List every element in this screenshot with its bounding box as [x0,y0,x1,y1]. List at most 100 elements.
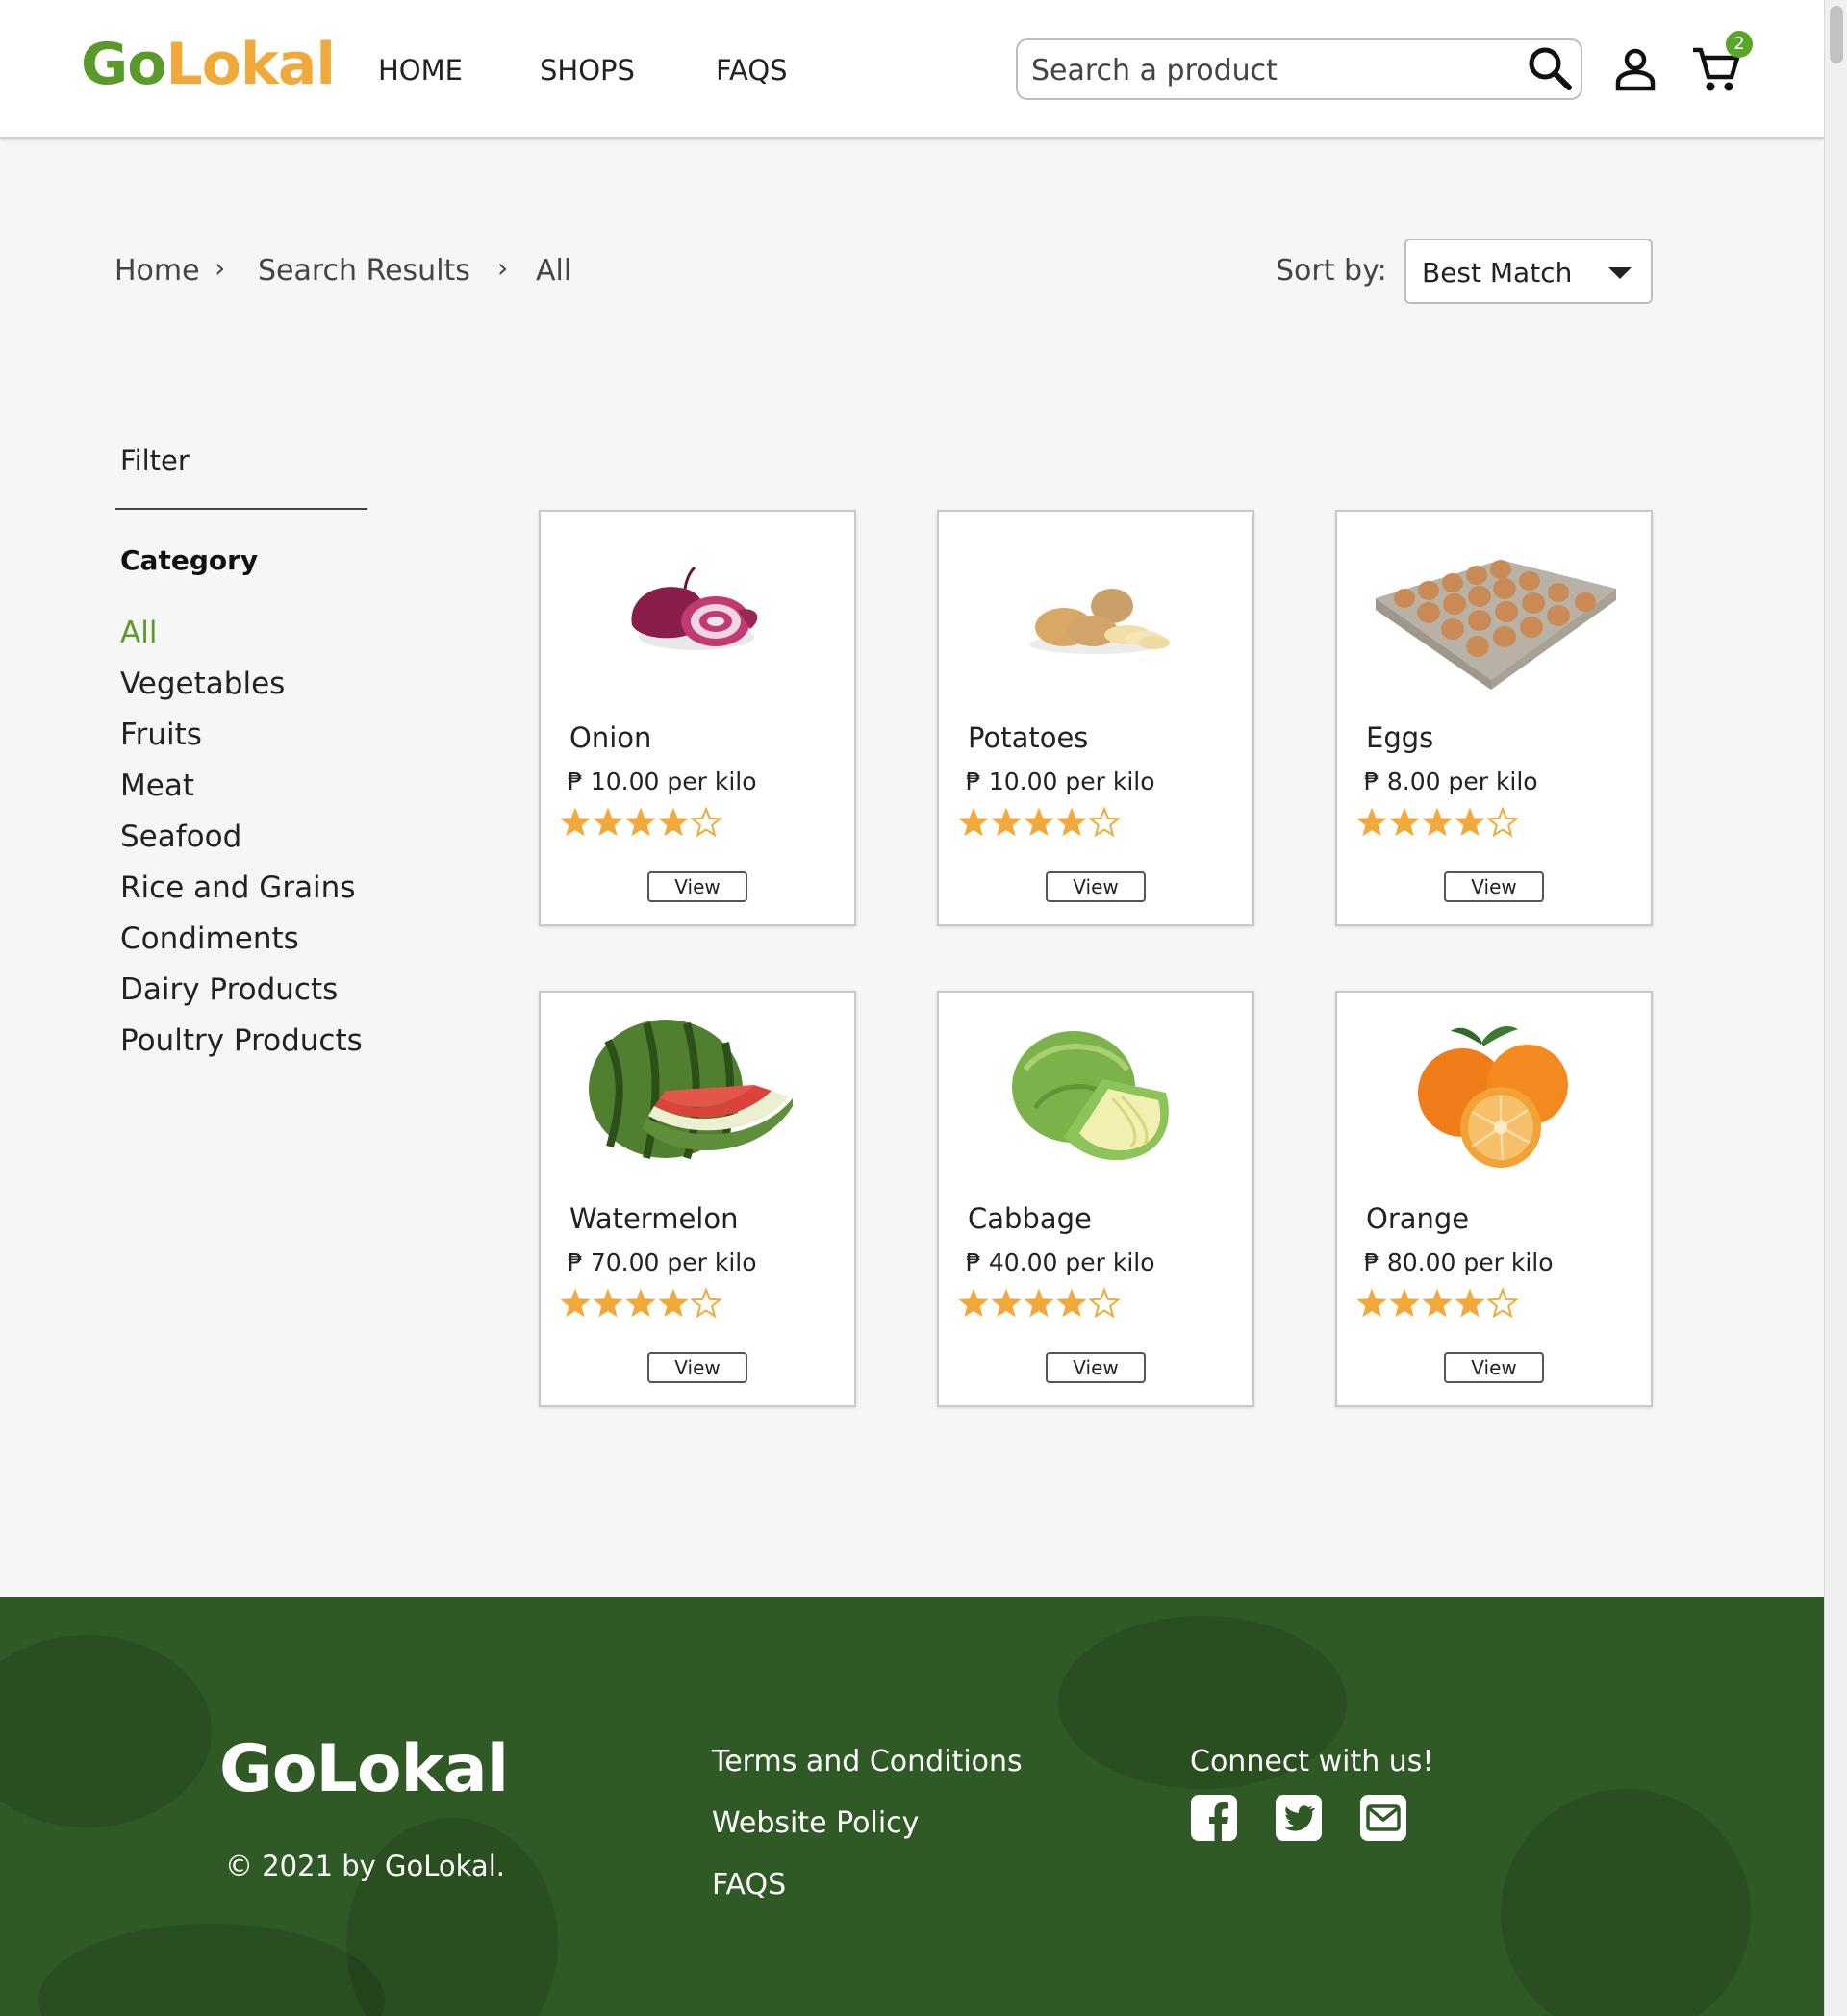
star-filled-icon [593,1288,623,1318]
product-name: Potatoes [968,721,1089,754]
star-filled-icon [1455,1288,1485,1318]
footer-bg-decoration [1501,1789,1751,2016]
potatoes-image [1029,589,1170,654]
category-fruits[interactable]: Fruits [120,718,202,752]
star-empty-icon [1486,806,1519,838]
view-button[interactable]: View [647,871,747,902]
rating-stars [560,806,722,838]
footer-link-website-policy[interactable]: Website Policy [712,1806,919,1840]
star-filled-icon [658,807,689,837]
filter-title: Filter [120,444,190,477]
star-filled-icon [560,807,591,837]
footer-bg-decoration [0,1635,212,1827]
caret-down-icon [1608,267,1632,279]
breadcrumb-home[interactable]: Home [114,254,200,288]
view-button[interactable]: View [1046,871,1146,902]
breadcrumb-separator-icon: › [497,252,509,284]
star-filled-icon [658,1288,689,1318]
star-filled-icon [1024,1288,1054,1318]
product-price: ₱ 80.00 per kilo [1364,1248,1554,1276]
star-filled-icon [1356,807,1387,837]
sort-dropdown[interactable]: Best Match [1404,239,1653,304]
star-empty-icon [1486,1287,1519,1319]
star-filled-icon [560,1288,591,1318]
search-input[interactable] [1031,52,1512,88]
footer-connect-heading: Connect with us! [1190,1745,1434,1778]
star-filled-icon [1422,1288,1453,1318]
view-button[interactable]: View [1444,871,1544,902]
product-name: Onion [569,721,652,754]
product-price: ₱ 8.00 per kilo [1364,768,1538,795]
rating-stars [560,1287,722,1319]
orange-image [1418,1025,1568,1168]
site-logo[interactable]: GoLokal [81,31,336,98]
logo-go: Go [81,31,166,98]
product-card-onion[interactable]: Onion ₱ 10.00 per kilo View [539,510,856,926]
rating-stars [958,806,1121,838]
rating-stars [1356,806,1519,838]
product-price: ₱ 10.00 per kilo [966,768,1155,795]
star-filled-icon [1056,807,1087,837]
page: GoLokal HOME SHOPS FAQS 2 Home › Search … [0,0,1824,2016]
sort-selected-value: Best Match [1422,257,1573,289]
eggs-tray-image [1376,560,1616,690]
breadcrumb-search-results[interactable]: Search Results [258,254,470,288]
footer-copyright: © 2021 by GoLokal. [225,1850,505,1882]
category-all[interactable]: All [120,616,157,650]
product-card-cabbage[interactable]: Cabbage ₱ 40.00 per kilo View [937,991,1254,1407]
star-filled-icon [991,807,1022,837]
star-filled-icon [1389,1288,1420,1318]
user-icon[interactable] [1612,46,1658,92]
product-name: Cabbage [968,1202,1092,1235]
star-empty-icon [1088,806,1121,838]
view-button[interactable]: View [1444,1352,1544,1383]
product-name: Orange [1366,1202,1470,1235]
top-navbar: GoLokal HOME SHOPS FAQS 2 [0,0,1824,139]
filter-divider [115,508,367,510]
footer-bg-decoration [38,1924,385,2016]
category-poultry-products[interactable]: Poultry Products [120,1023,363,1058]
rating-stars [1356,1287,1519,1319]
category-rice-and-grains[interactable]: Rice and Grains [120,870,355,905]
view-button[interactable]: View [1046,1352,1146,1383]
scrollbar-thumb[interactable] [1830,6,1843,63]
footer: GoLokal © 2021 by GoLokal. Terms and Con… [0,1597,1824,2016]
product-name: Watermelon [569,1202,739,1235]
watermelon-image [589,1020,793,1160]
product-card-eggs[interactable]: Eggs ₱ 8.00 per kilo View [1335,510,1653,926]
product-price: ₱ 40.00 per kilo [966,1248,1155,1276]
category-condiments[interactable]: Condiments [120,921,299,956]
star-filled-icon [1056,1288,1087,1318]
category-dairy-products[interactable]: Dairy Products [120,972,338,1007]
view-button[interactable]: View [647,1352,747,1383]
product-card-orange[interactable]: Orange ₱ 80.00 per kilo View [1335,991,1653,1407]
category-meat[interactable]: Meat [120,769,194,803]
category-seafood[interactable]: Seafood [120,819,241,854]
twitter-icon[interactable] [1274,1793,1324,1843]
nav-home[interactable]: HOME [378,54,463,87]
footer-logo[interactable]: GoLokal [219,1731,509,1807]
email-icon[interactable] [1358,1793,1408,1843]
search-icon[interactable] [1526,44,1574,92]
star-filled-icon [1024,807,1054,837]
product-card-watermelon[interactable]: Watermelon ₱ 70.00 per kilo View [539,991,856,1407]
star-empty-icon [690,1287,722,1319]
breadcrumb-separator-icon: › [215,252,226,284]
category-vegetables[interactable]: Vegetables [120,667,285,701]
breadcrumb-current: All [536,254,572,288]
logo-lokal: Lokal [165,31,335,98]
star-filled-icon [958,807,989,837]
footer-link-terms[interactable]: Terms and Conditions [712,1745,1023,1778]
nav-shops[interactable]: SHOPS [540,54,635,87]
cabbage-image [1012,1031,1169,1161]
facebook-icon[interactable] [1189,1793,1239,1843]
star-empty-icon [1088,1287,1121,1319]
product-price: ₱ 70.00 per kilo [568,1248,757,1276]
sort-label: Sort by: [1276,254,1387,288]
vertical-scrollbar[interactable] [1824,0,1847,2016]
category-heading: Category [120,544,259,576]
footer-link-faqs[interactable]: FAQS [712,1868,786,1902]
product-card-potatoes[interactable]: Potatoes ₱ 10.00 per kilo View [937,510,1254,926]
nav-faqs[interactable]: FAQS [716,54,788,87]
star-empty-icon [690,806,722,838]
